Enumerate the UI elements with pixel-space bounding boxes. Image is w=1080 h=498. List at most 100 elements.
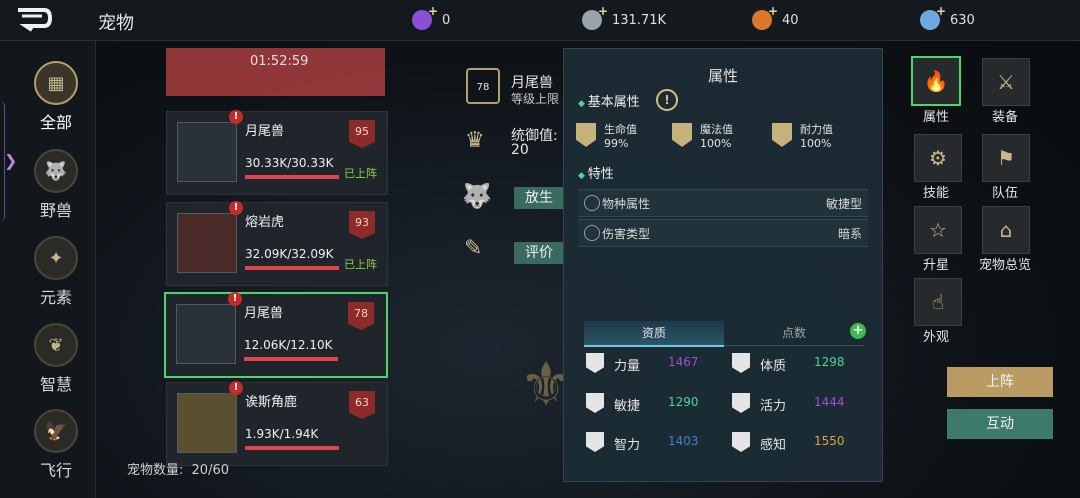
equipment-button[interactable]: ⚔ <box>982 58 1030 106</box>
resource-orange-coin[interactable]: + 40 <box>752 4 799 32</box>
pet-hp: 30.33K/30.33K <box>245 156 334 170</box>
panel-title: 属性 <box>707 67 738 85</box>
sidebar-item-label: 野兽 <box>39 201 72 220</box>
resource-value: 630 <box>950 12 975 28</box>
menu-label: 属性 <box>922 110 949 125</box>
sidebar-item-label: 智慧 <box>39 375 72 394</box>
stat-label: 智力 <box>614 438 641 453</box>
stat-value: 1298 <box>814 355 845 369</box>
resource-silver-coin[interactable]: + 131.71K <box>582 4 666 32</box>
stat-agility: 敏捷 1290 <box>586 393 699 414</box>
skill-button[interactable]: ⚙ <box>914 134 962 182</box>
level-badge: 95 <box>349 120 375 148</box>
pet-name: 熔岩虎 <box>245 215 285 230</box>
pet-count-label: 宠物数量: <box>127 463 184 478</box>
flying-icon: 🦅 <box>34 409 78 453</box>
pet-hp: 32.09K/32.09K <box>245 247 334 261</box>
appearance-button[interactable]: ☝ <box>914 278 962 326</box>
stat-value: 1444 <box>814 395 845 409</box>
level-cap-label: 等级上限 <box>511 92 560 106</box>
pet-count-value: 20/60 <box>191 463 229 478</box>
blue-crystal-icon: + <box>920 4 946 30</box>
top-bar: 宠物 + 0 + 131.71K + 40 + 630 <box>0 0 1080 41</box>
stat-label: 敏捷 <box>614 399 641 414</box>
pet-portrait <box>177 393 237 453</box>
stat-perception: 感知 1550 <box>732 432 845 453</box>
constitution-icon <box>732 353 750 373</box>
stat-constitution: 体质 1298 <box>732 353 845 374</box>
hp-bar <box>245 446 339 450</box>
deploy-button[interactable]: 上阵 <box>947 367 1053 397</box>
back-arrow-icon[interactable] <box>14 6 54 34</box>
trait-row: 伤害类型 暗系 <box>578 219 868 247</box>
pet-card-selected[interactable]: ! 月尾兽 12.06K/12.10K 78 <box>164 292 388 378</box>
level-badge: 78 <box>348 302 374 330</box>
stat-value: 1290 <box>668 395 699 409</box>
alert-icon: ! <box>229 110 243 124</box>
add-points-icon[interactable]: + <box>850 323 866 339</box>
stamina-icon <box>772 123 792 147</box>
perception-icon <box>732 432 750 452</box>
pet-count: 宠物数量: 20/60 <box>127 459 229 478</box>
sidebar-item-flying[interactable]: 🦅 飞行 <box>18 409 94 481</box>
overview-icon: ⌂ <box>999 218 1013 242</box>
pet-card[interactable]: ! 熔岩虎 32.09K/32.09K 93 已上阵 <box>166 201 388 286</box>
silver-coin-icon: + <box>582 4 608 30</box>
sidebar-item-beast[interactable]: 🐺 野兽 <box>18 149 94 221</box>
resource-value: 40 <box>782 12 799 28</box>
sidebar-item-label: 飞行 <box>39 461 72 480</box>
pet-name: 月尾兽 <box>244 306 284 321</box>
mp-stat: 魔法值 100% <box>672 121 733 150</box>
stat-value: 100% <box>800 137 832 150</box>
pet-overview-button[interactable]: ⌂ <box>982 206 1030 254</box>
hp-bar <box>244 357 338 361</box>
tab-points[interactable]: 点数 <box>724 321 864 346</box>
release-button[interactable]: 放生 <box>514 187 564 209</box>
trait-label: 伤害类型 <box>602 227 651 241</box>
release-icon: 🐺 <box>462 182 492 210</box>
agility-icon <box>586 393 604 413</box>
level-emblem-value: 78 <box>476 82 490 93</box>
stat-strength: 力量 1467 <box>586 353 699 374</box>
category-sidebar: ❯ ▦ 全部 🐺 野兽 ✦ 元素 ❦ 智慧 🦅 飞行 <box>0 41 96 498</box>
attribute-button[interactable]: 🔥 <box>911 56 961 106</box>
orange-coin-icon: + <box>752 4 778 30</box>
info-icon[interactable]: ! <box>656 89 678 111</box>
menu-label: 装备 <box>991 110 1018 125</box>
pet-card[interactable]: ! 诶斯角鹿 1.93K/1.94K 63 <box>166 381 388 466</box>
tab-aptitude[interactable]: 资质 <box>584 321 724 347</box>
command-icon: ♛ <box>465 128 485 153</box>
menu-label: 队伍 <box>991 186 1018 201</box>
rate-button[interactable]: 评价 <box>514 242 564 264</box>
resource-value: 0 <box>442 12 451 28</box>
stat-value: 1467 <box>668 355 699 369</box>
pet-hp: 12.06K/12.10K <box>244 338 333 352</box>
trait-section-title: 特性 <box>578 163 614 182</box>
trait-value: 暗系 <box>837 227 862 241</box>
resource-purple-gem[interactable]: + 0 <box>412 4 451 32</box>
alert-icon: ! <box>229 201 243 215</box>
pet-card[interactable]: ! 月尾兽 30.33K/30.33K 95 已上阵 <box>166 110 388 195</box>
sidebar-item-element[interactable]: ✦ 元素 <box>18 236 94 308</box>
grid-icon: ▦ <box>34 61 78 105</box>
sidebar-item-all[interactable]: ▦ 全部 <box>18 61 94 133</box>
pet-portrait <box>177 213 237 273</box>
menu-label: 宠物总览 <box>978 258 1031 273</box>
sidebar-item-label: 全部 <box>39 113 72 132</box>
sidebar-item-label: 元素 <box>39 288 72 307</box>
deployed-status: 已上阵 <box>344 258 377 271</box>
level-badge: 93 <box>349 211 375 239</box>
interact-button[interactable]: 互动 <box>947 409 1053 439</box>
hp-icon <box>576 123 596 147</box>
deployed-status: 已上阵 <box>344 167 377 180</box>
pet-name: 月尾兽 <box>245 124 285 139</box>
team-button[interactable]: ⚑ <box>982 134 1030 182</box>
countdown-timer: 01:52:59 <box>250 54 309 69</box>
pet-hp: 1.93K/1.94K <box>245 427 319 441</box>
stat-label: 魔法值 <box>700 123 733 136</box>
command-value: 20 <box>511 142 529 158</box>
star-up-button[interactable]: ☆ <box>914 206 962 254</box>
pet-list[interactable]: 01:52:59 ! 月尾兽 30.33K/30.33K 95 已上阵 ! 熔岩… <box>100 41 420 476</box>
sidebar-item-wisdom[interactable]: ❦ 智慧 <box>18 323 94 395</box>
resource-blue-crystal[interactable]: + 630 <box>920 4 975 32</box>
